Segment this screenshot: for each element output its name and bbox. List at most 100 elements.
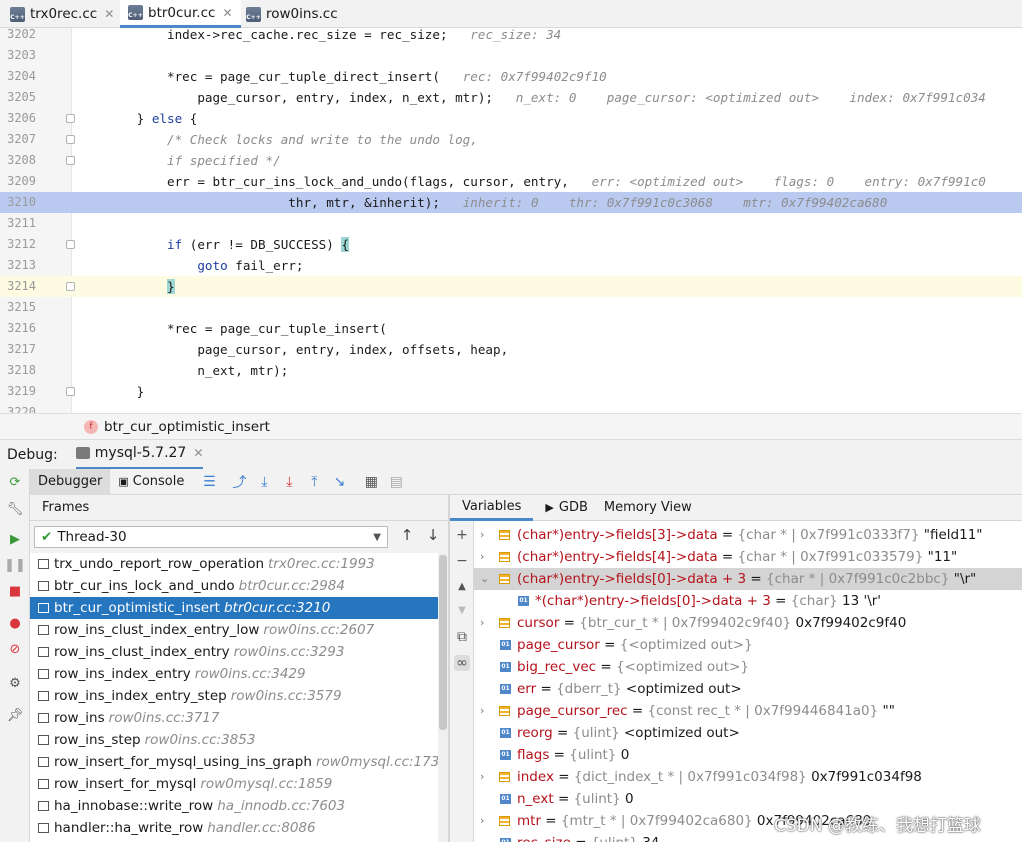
add-watch-icon[interactable]: +: [454, 527, 470, 543]
previous-frame-button[interactable]: ↑: [398, 526, 416, 546]
code-line[interactable]: 3211: [0, 213, 1022, 234]
chevron-right-icon[interactable]: ›: [480, 700, 492, 722]
debug-session-tab[interactable]: mysql-5.7.27 ✕: [75, 440, 204, 470]
tab-memory-view[interactable]: Memory View: [600, 495, 704, 521]
line-number[interactable]: 3211: [0, 213, 36, 234]
code-line[interactable]: 3216 *rec = page_cur_tuple_insert(: [0, 318, 1022, 339]
chevron-right-icon[interactable]: ›: [480, 612, 492, 634]
frame-item[interactable]: trx_undo_report_row_operation trx0rec.cc:…: [30, 553, 438, 575]
mute-breakpoints-icon[interactable]: ⊘: [7, 641, 23, 657]
variable-row[interactable]: › (char*)entry->fields[3]->data = {char *…: [474, 524, 1022, 546]
tab-gdb[interactable]: ▶ GDB: [533, 495, 599, 521]
line-number[interactable]: 3210: [0, 192, 36, 213]
fold-icon[interactable]: [66, 135, 75, 144]
frame-item[interactable]: ha_innobase::write_row ha_innodb.cc:7603: [30, 795, 438, 817]
step-out-icon[interactable]: ⤒: [306, 474, 322, 490]
variable-row[interactable]: ⌄ (char*)entry->fields[0]->data + 3 = {ch…: [474, 568, 1022, 590]
frame-item[interactable]: btr_cur_ins_lock_and_undo btr0cur.cc:2984: [30, 575, 438, 597]
frame-item[interactable]: row_ins_clust_index_entry row0ins.cc:3293: [30, 641, 438, 663]
code-line[interactable]: 3209 err = btr_cur_ins_lock_and_undo(fla…: [0, 171, 1022, 192]
rerun-icon[interactable]: ⟳: [7, 474, 23, 490]
line-number[interactable]: 3209: [0, 171, 36, 192]
view-breakpoints-icon[interactable]: ●: [7, 615, 23, 631]
pin-icon[interactable]: 📌︎: [7, 707, 24, 723]
line-number[interactable]: 3217: [0, 339, 36, 360]
frame-item[interactable]: handler::ha_write_row handler.cc:8086: [30, 817, 438, 839]
variable-row[interactable]: 01 *(char*)entry->fields[0]->data + 3 = {…: [474, 590, 1022, 612]
fold-icon[interactable]: [66, 282, 75, 291]
tab-trx0rec[interactable]: C++ trx0rec.cc ✕: [2, 0, 122, 28]
frame-item[interactable]: row_ins_index_entry_step row0ins.cc:3579: [30, 685, 438, 707]
line-number[interactable]: 3220: [0, 402, 36, 413]
code-line[interactable]: 3203: [0, 45, 1022, 66]
code-line[interactable]: 3217 page_cursor, entry, index, offsets,…: [0, 339, 1022, 360]
chevron-right-icon[interactable]: ›: [480, 766, 492, 788]
code-line[interactable]: 3210 thr, mtr, &inherit); inherit: 0 thr…: [0, 192, 1022, 213]
line-number[interactable]: 3215: [0, 297, 36, 318]
variable-row[interactable]: 01 n_ext = {ulint} 0: [474, 788, 1022, 810]
close-icon[interactable]: ✕: [193, 446, 203, 460]
code-line[interactable]: 3219 }: [0, 381, 1022, 402]
fold-icon[interactable]: [66, 387, 75, 396]
line-number[interactable]: 3218: [0, 360, 36, 381]
variable-row[interactable]: › index = {dict_index_t * | 0x7f991c034f9…: [474, 766, 1022, 788]
variable-row[interactable]: › page_cursor_rec = {const rec_t * | 0x7f…: [474, 700, 1022, 722]
variable-row[interactable]: 01 big_rec_vec = {<optimized out>}: [474, 656, 1022, 678]
line-number[interactable]: 3208: [0, 150, 36, 171]
variable-row[interactable]: 01 flags = {ulint} 0: [474, 744, 1022, 766]
layout-icon[interactable]: ▤: [388, 474, 404, 490]
tab-variables[interactable]: Variables: [450, 495, 534, 521]
variable-row[interactable]: › cursor = {btr_cur_t * | 0x7f99402c9f40}…: [474, 612, 1022, 634]
frame-item[interactable]: row_insert_for_mysql row0mysql.cc:1859: [30, 773, 438, 795]
code-line[interactable]: 3204 *rec = page_cur_tuple_direct_insert…: [0, 66, 1022, 87]
glasses-icon[interactable]: ∞: [454, 655, 470, 671]
code-line[interactable]: 3213 goto fail_err;: [0, 255, 1022, 276]
table-icon[interactable]: ▦: [363, 474, 379, 490]
chevron-down-icon[interactable]: ⌄: [480, 568, 492, 590]
breadcrumb[interactable]: f btr_cur_optimistic_insert: [0, 413, 1022, 439]
line-number[interactable]: 3205: [0, 87, 36, 108]
chevron-right-icon[interactable]: ›: [480, 810, 492, 832]
run-to-cursor-icon[interactable]: ↘: [331, 474, 347, 490]
stop-icon[interactable]: ■: [7, 583, 23, 599]
step-into-icon[interactable]: ⤓: [281, 474, 297, 490]
next-frame-button[interactable]: ↓: [424, 526, 442, 546]
wrench-icon[interactable]: 🔧︎: [7, 501, 24, 517]
code-line[interactable]: 3218 n_ext, mtr);: [0, 360, 1022, 381]
variable-row[interactable]: › (char*)entry->fields[4]->data = {char *…: [474, 546, 1022, 568]
line-number[interactable]: 3202: [0, 28, 36, 45]
code-line[interactable]: 3205 page_cursor, entry, index, n_ext, m…: [0, 87, 1022, 108]
line-number[interactable]: 3207: [0, 129, 36, 150]
line-number[interactable]: 3203: [0, 45, 36, 66]
line-number[interactable]: 3219: [0, 381, 36, 402]
line-number[interactable]: 3216: [0, 318, 36, 339]
variable-row[interactable]: 01 err = {dberr_t} <optimized out>: [474, 678, 1022, 700]
frame-item[interactable]: row_ins_index_entry row0ins.cc:3429: [30, 663, 438, 685]
close-icon[interactable]: ✕: [104, 7, 114, 21]
fold-icon[interactable]: [66, 240, 75, 249]
menu-icon[interactable]: ☰: [201, 474, 217, 490]
frame-item[interactable]: row_insert_for_mysql_using_ins_graph row0…: [30, 751, 438, 773]
copy-icon[interactable]: ⧉: [454, 629, 470, 645]
code-line[interactable]: 3212 if (err != DB_SUCCESS) {: [0, 234, 1022, 255]
frame-item[interactable]: btr_cur_optimistic_insert btr0cur.cc:3210: [30, 597, 438, 619]
chevron-right-icon[interactable]: ›: [480, 546, 492, 568]
step-over-icon[interactable]: ⤓: [256, 474, 272, 490]
frame-item[interactable]: row_ins row0ins.cc:3717: [30, 707, 438, 729]
close-icon[interactable]: ✕: [222, 6, 232, 20]
fold-icon[interactable]: [66, 114, 75, 123]
variable-row[interactable]: 01 page_cursor = {<optimized out>}: [474, 634, 1022, 656]
line-number[interactable]: 3206: [0, 108, 36, 129]
code-line[interactable]: 3206 } else {: [0, 108, 1022, 129]
code-line[interactable]: 3220: [0, 402, 1022, 413]
code-line[interactable]: 3202 index->rec_cache.rec_size = rec_siz…: [0, 28, 1022, 45]
chevron-right-icon[interactable]: ›: [480, 524, 492, 546]
resume-icon[interactable]: ▶: [7, 531, 23, 547]
show-execution-point-icon[interactable]: ⤴: [231, 472, 247, 492]
line-number[interactable]: 3214: [0, 276, 36, 297]
tab-debugger[interactable]: Debugger: [30, 468, 111, 495]
line-number[interactable]: 3213: [0, 255, 36, 276]
code-line[interactable]: 3215: [0, 297, 1022, 318]
settings-icon[interactable]: ⚙: [7, 675, 23, 691]
frames-scroll-thumb[interactable]: [439, 555, 447, 730]
